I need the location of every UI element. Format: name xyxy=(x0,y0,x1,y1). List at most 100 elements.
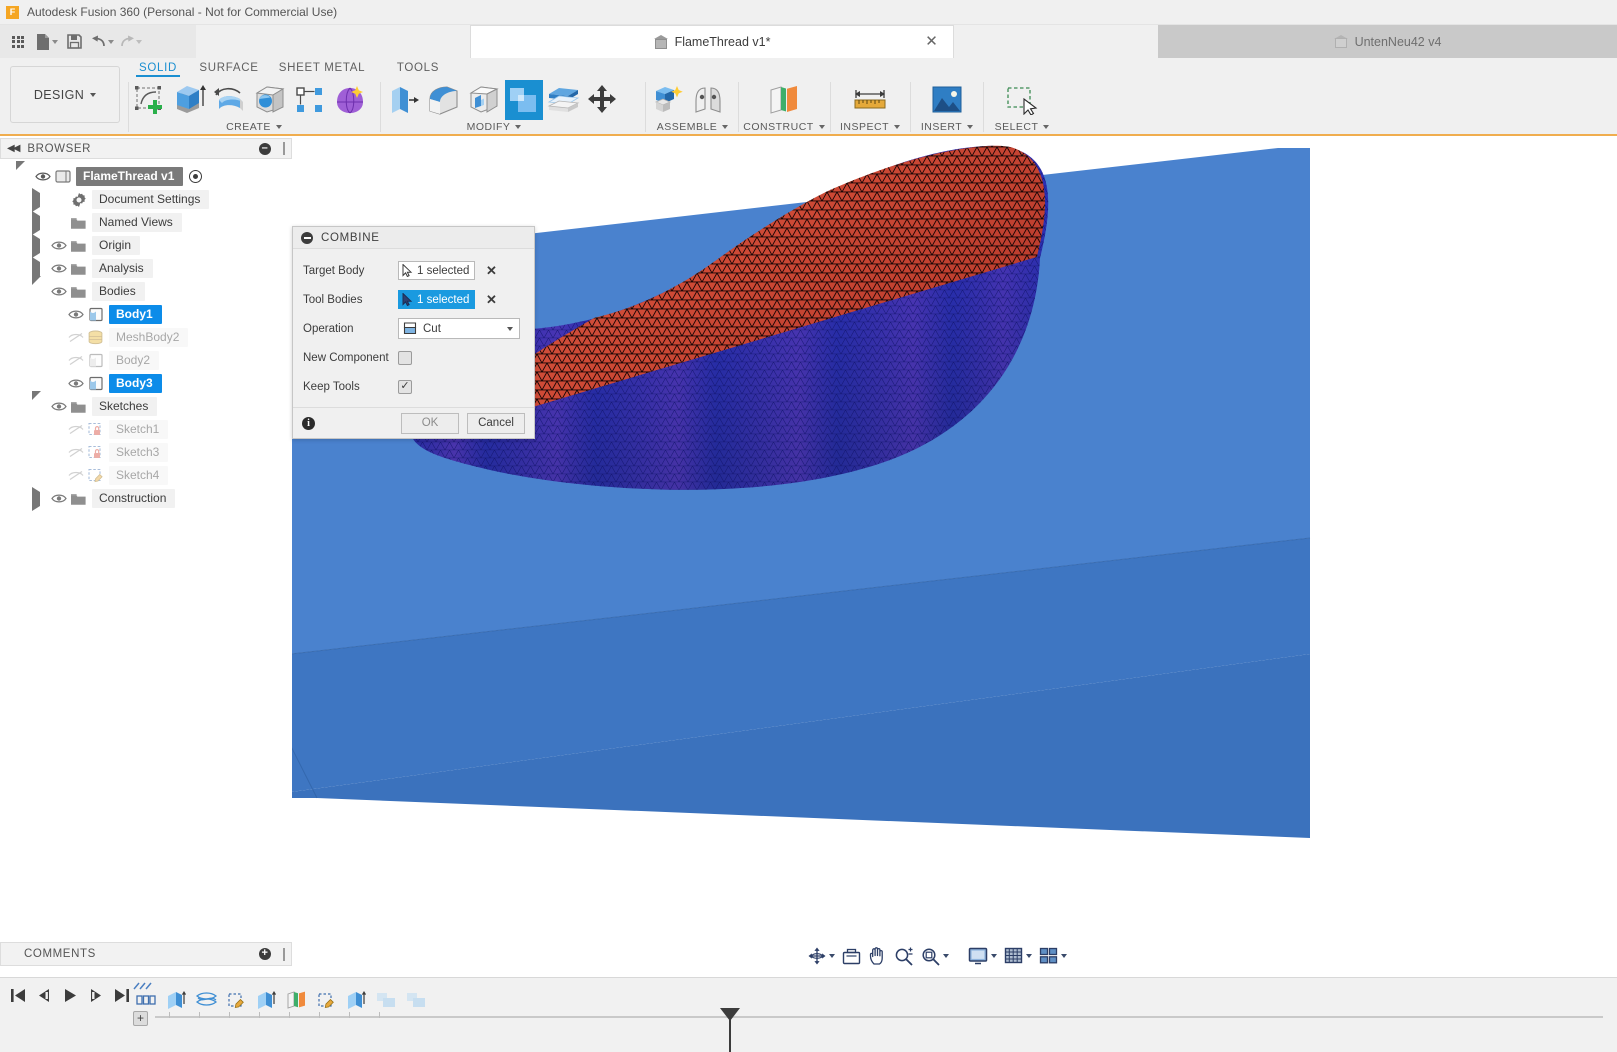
new-component-icon[interactable] xyxy=(650,80,688,120)
visibility-eye-icon[interactable] xyxy=(49,399,69,415)
tree-label[interactable]: Sketch3 xyxy=(109,443,169,462)
undo-button[interactable] xyxy=(89,29,115,55)
tab-solid[interactable]: SOLID xyxy=(130,58,186,77)
tree-node-sketch1[interactable]: Sketch1 xyxy=(0,418,292,441)
tree-node-body1[interactable]: Body1 xyxy=(0,303,292,326)
offset-plane-icon[interactable] xyxy=(765,80,803,120)
collapse-dialog-icon[interactable] xyxy=(301,231,313,244)
panel-grip[interactable] xyxy=(283,947,285,961)
extrude-icon[interactable] xyxy=(171,80,209,120)
tree-label[interactable]: Body3 xyxy=(109,374,162,393)
twisty-closed-icon[interactable] xyxy=(32,187,46,212)
pattern-icon[interactable] xyxy=(291,80,329,120)
cancel-button[interactable]: Cancel xyxy=(467,412,525,434)
panel-create-label[interactable]: CREATE xyxy=(131,121,377,133)
skip-to-end-icon[interactable] xyxy=(114,988,130,1006)
chevron-down-icon[interactable] xyxy=(829,954,835,958)
chevron-down-icon[interactable] xyxy=(1061,954,1067,958)
pan-button[interactable] xyxy=(865,944,890,968)
viewports-button[interactable] xyxy=(1036,944,1070,968)
visibility-eye-off-icon[interactable] xyxy=(66,353,86,369)
clear-tool-bodies-icon[interactable]: ✕ xyxy=(486,293,497,306)
revolve-icon[interactable] xyxy=(211,80,249,120)
select-window-icon[interactable] xyxy=(1003,80,1041,120)
document-tab-untenneu42[interactable]: UntenNeu42 v4 xyxy=(1158,25,1617,58)
tree-node-sketch4[interactable]: Sketch4 xyxy=(0,464,292,487)
ok-button[interactable]: OK xyxy=(401,412,459,434)
visibility-eye-off-icon[interactable] xyxy=(66,445,86,461)
visibility-eye-icon[interactable] xyxy=(49,261,69,277)
panel-assemble-label[interactable]: ASSEMBLE xyxy=(650,121,735,133)
form-icon[interactable] xyxy=(331,80,369,120)
tree-label[interactable]: Construction xyxy=(92,489,176,508)
tree-node-analysis[interactable]: Analysis xyxy=(0,256,292,281)
tree-label[interactable]: Document Settings xyxy=(92,190,210,209)
visibility-eye-icon[interactable] xyxy=(49,491,69,507)
combine-dialog-header[interactable]: COMBINE xyxy=(293,227,534,249)
tree-label[interactable]: Analysis xyxy=(92,259,153,278)
step-forward-icon[interactable] xyxy=(88,988,104,1006)
visibility-eye-icon[interactable] xyxy=(49,284,69,300)
tree-label[interactable]: Sketch4 xyxy=(109,466,169,485)
visibility-eye-off-icon[interactable] xyxy=(66,330,86,346)
panel-grip[interactable] xyxy=(283,142,285,155)
activate-component-radio[interactable] xyxy=(189,170,203,183)
timeline-item-mesh[interactable] xyxy=(135,987,157,1013)
tree-label[interactable]: Bodies xyxy=(92,282,145,301)
tree-label[interactable]: Named Views xyxy=(92,213,182,232)
info-icon[interactable]: i xyxy=(302,416,315,430)
twisty-closed-icon[interactable] xyxy=(32,210,46,235)
visibility-eye-off-icon[interactable] xyxy=(66,422,86,438)
tree-label[interactable]: Sketch1 xyxy=(109,420,169,439)
timeline-marker[interactable] xyxy=(720,1008,740,1052)
press-pull-icon[interactable] xyxy=(385,80,423,120)
look-at-button[interactable] xyxy=(839,944,864,968)
operation-dropdown[interactable]: Cut xyxy=(398,318,520,339)
tab-surface[interactable]: SURFACE xyxy=(186,58,272,77)
split-face-icon[interactable] xyxy=(545,80,583,120)
app-grid-button[interactable] xyxy=(5,29,31,55)
twisty-closed-icon[interactable] xyxy=(32,233,46,258)
insert-image-icon[interactable] xyxy=(928,80,966,120)
timeline-item-loft[interactable] xyxy=(195,987,217,1013)
redo-button[interactable] xyxy=(117,29,143,55)
timeline-item-extrude-3[interactable] xyxy=(345,987,367,1013)
tree-node-construction[interactable]: Construction xyxy=(0,486,292,511)
grid-snap-button[interactable] xyxy=(1001,944,1035,968)
visibility-eye-icon[interactable] xyxy=(66,376,86,392)
twisty-closed-icon[interactable] xyxy=(32,256,46,281)
orbit-button[interactable] xyxy=(805,944,838,968)
chevron-down-icon[interactable] xyxy=(1026,954,1032,958)
tree-node-body3[interactable]: Body3 xyxy=(0,372,292,395)
chevron-down-icon[interactable] xyxy=(991,954,997,958)
panel-inspect-label[interactable]: INSPECT xyxy=(834,121,906,133)
tree-label[interactable]: Sketches xyxy=(92,397,158,416)
panel-insert-label[interactable]: INSERT xyxy=(914,121,980,133)
fillet-icon[interactable] xyxy=(425,80,463,120)
twisty-open-icon[interactable] xyxy=(32,275,46,299)
step-back-icon[interactable] xyxy=(36,988,52,1006)
combine-icon[interactable] xyxy=(505,80,543,120)
timeline-item-combine-pending-1[interactable] xyxy=(375,987,397,1013)
timeline-add-button[interactable]: + xyxy=(133,1011,148,1026)
chevron-down-icon[interactable] xyxy=(943,954,949,958)
zoom-window-button[interactable] xyxy=(918,944,952,968)
display-settings-button[interactable] xyxy=(965,944,1000,968)
browser-minimize-icon[interactable]: – xyxy=(259,142,271,155)
measure-icon[interactable] xyxy=(851,80,889,120)
twisty-closed-icon[interactable] xyxy=(32,486,46,511)
visibility-eye-off-icon[interactable] xyxy=(66,468,86,484)
tree-node-bodies[interactable]: Bodies xyxy=(0,275,292,303)
tab-sheet-metal[interactable]: SHEET METAL xyxy=(272,58,372,77)
clear-target-body-icon[interactable]: ✕ xyxy=(486,264,497,277)
sphere-icon[interactable] xyxy=(251,80,289,120)
create-sketch-icon[interactable] xyxy=(131,80,169,120)
visibility-eye-icon[interactable] xyxy=(49,238,69,254)
panel-construct-label[interactable]: CONSTRUCT xyxy=(742,121,826,133)
chevron-down-icon[interactable] xyxy=(507,327,513,331)
collapse-panel-icon[interactable]: ◀◀ xyxy=(7,143,20,154)
twisty-open-icon[interactable] xyxy=(32,390,46,414)
document-tab-flamethread[interactable]: FlameThread v1* ✕ xyxy=(470,25,954,58)
tree-label[interactable]: Body1 xyxy=(109,305,162,324)
timeline-item-sketch[interactable] xyxy=(225,987,247,1013)
